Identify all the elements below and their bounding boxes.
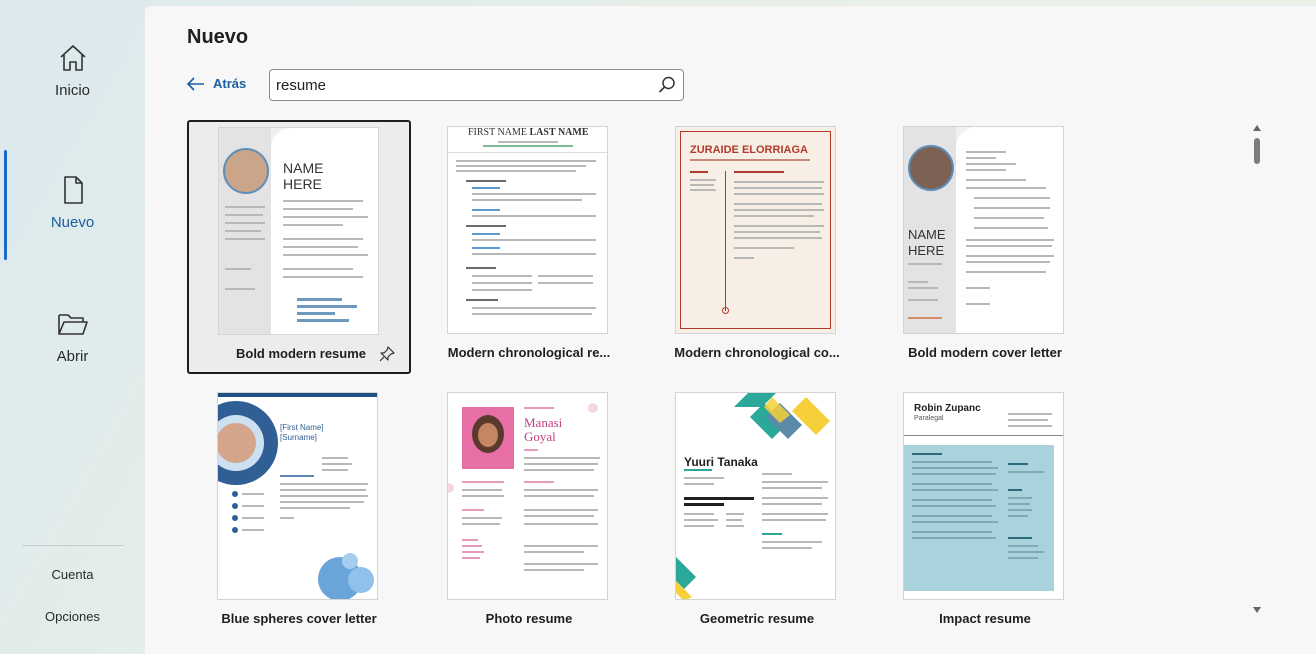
template-tile-modern-chronological-resume[interactable]: FIRST NAME LAST NAME Modern chronologica…: [417, 120, 641, 374]
template-thumbnail: [First Name] [Surname]: [217, 392, 378, 600]
template-thumbnail: ZURAIDE ELORRIAGA: [675, 126, 836, 334]
sidebar-item-label: Abrir: [56, 348, 89, 365]
back-label: Atrás: [213, 76, 247, 91]
template-tile-bold-modern-cover-letter[interactable]: NAME HERE Bold modern cover letter: [873, 120, 1097, 374]
pin-icon[interactable]: [379, 346, 395, 362]
account-link[interactable]: Cuenta: [0, 567, 145, 582]
template-thumbnail: FIRST NAME LAST NAME: [447, 126, 608, 334]
portrait-photo: [908, 145, 954, 191]
portrait-photo: [218, 423, 256, 463]
sidebar-divider: [22, 545, 124, 546]
template-thumbnail: NAME HERE: [903, 126, 1064, 334]
template-tile-modern-chronological-cover[interactable]: ZURAIDE ELORRIAGA Modern chronological c…: [645, 120, 869, 374]
template-thumbnail: Manasi Goyal: [447, 392, 608, 600]
page-title: Nuevo: [187, 26, 249, 48]
template-name: Bold modern cover letter: [908, 345, 1062, 360]
new-document-icon: [63, 176, 83, 204]
search-box: [269, 69, 684, 101]
scroll-up-icon[interactable]: [1252, 124, 1262, 132]
template-name: Photo resume: [485, 611, 573, 626]
template-tile-bold-modern-resume[interactable]: NAME HERE Bold modern resume: [187, 120, 411, 374]
sidebar-item-label: Inicio: [54, 82, 91, 99]
portrait-photo: [223, 148, 269, 194]
sidebar-item-label: Nuevo: [50, 214, 95, 231]
template-tile-blue-spheres-cover-letter[interactable]: [First Name] [Surname] Blue spheres cove…: [187, 386, 411, 640]
template-tile-geometric-resume[interactable]: Yuuri Tanaka Geometric resume: [645, 386, 869, 640]
home-icon: [59, 45, 86, 71]
template-thumbnail: Yuuri Tanaka: [675, 392, 836, 600]
sidebar-item-nuevo[interactable]: Nuevo: [0, 174, 145, 231]
template-name: Blue spheres cover letter: [221, 611, 377, 626]
template-name: Modern chronological re...: [447, 345, 611, 360]
scroll-thumb[interactable]: [1254, 138, 1260, 164]
folder-open-icon: [57, 314, 88, 335]
scroll-down-icon[interactable]: [1252, 606, 1262, 614]
template-tile-impact-resume[interactable]: Robin Zupanc Paralegal Impact resume: [873, 386, 1097, 640]
main-panel: Nuevo Atrás NAME HERE: [145, 6, 1316, 654]
sidebar-item-inicio[interactable]: Inicio: [0, 42, 145, 99]
options-link[interactable]: Opciones: [0, 609, 145, 624]
template-name: Impact resume: [939, 611, 1031, 626]
search-input[interactable]: [276, 76, 657, 94]
sidebar: Inicio Nuevo Abrir Cuenta Opciones: [0, 0, 145, 654]
search-icon[interactable]: [657, 75, 677, 95]
template-name: Modern chronological co...: [674, 345, 840, 360]
arrow-left-icon: [187, 76, 204, 91]
sidebar-item-abrir[interactable]: Abrir: [0, 308, 145, 365]
vertical-scrollbar[interactable]: [1250, 122, 1264, 617]
template-thumbnail: Robin Zupanc Paralegal: [903, 392, 1064, 600]
template-tile-photo-resume[interactable]: Manasi Goyal Photo resume: [417, 386, 641, 640]
back-button[interactable]: Atrás: [187, 76, 246, 91]
template-name: Geometric resume: [699, 611, 815, 626]
template-thumbnail: NAME HERE: [218, 127, 379, 335]
